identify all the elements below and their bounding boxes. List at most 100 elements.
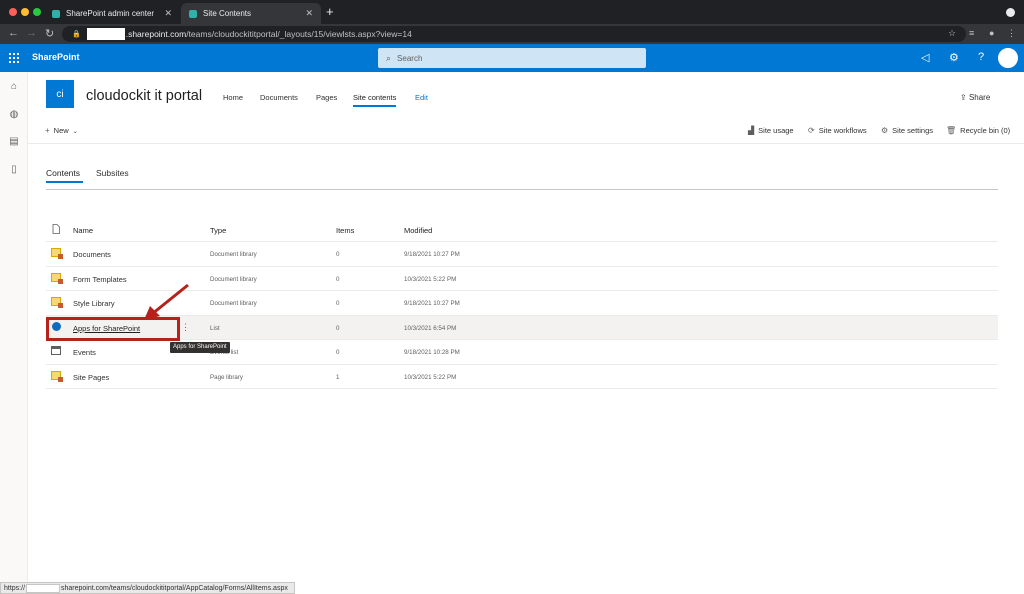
- column-header-type[interactable]: Type: [210, 226, 226, 235]
- avatar[interactable]: [998, 48, 1018, 68]
- site-usage-label: Site usage: [758, 126, 794, 135]
- row-name[interactable]: Style Library: [73, 299, 115, 308]
- site-settings-button[interactable]: ⚙ Site settings: [881, 126, 933, 135]
- site-settings-label: Site settings: [892, 126, 934, 135]
- share-button[interactable]: ⇪ Share: [960, 93, 990, 102]
- row-modified: 9/18/2021 10:28 PM: [404, 349, 460, 356]
- library-icon: [51, 248, 63, 259]
- row-items: 1: [336, 373, 340, 381]
- row-name[interactable]: Events: [73, 348, 96, 357]
- row-name[interactable]: Documents: [73, 250, 111, 259]
- column-header-modified[interactable]: Modified: [404, 226, 432, 235]
- workflow-icon: ⟳: [808, 126, 815, 135]
- minimize-window-dot[interactable]: [21, 8, 29, 16]
- megaphone-icon[interactable]: ◁: [921, 51, 929, 64]
- tab-subsites[interactable]: Subsites: [96, 168, 129, 178]
- divider: [46, 189, 998, 190]
- tab-title: SharePoint admin center: [66, 9, 155, 18]
- help-icon[interactable]: ?: [978, 51, 984, 63]
- bookmark-star-icon[interactable]: ☆: [948, 28, 956, 39]
- annotation-arrow-icon: [144, 283, 189, 320]
- sharepoint-favicon-icon: [189, 9, 197, 18]
- news-icon[interactable]: ▤: [8, 136, 20, 147]
- site-nav-pages[interactable]: Pages: [316, 93, 337, 102]
- row-modified: 10/3/2021 6:54 PM: [404, 324, 457, 332]
- tab-title: Site Contents: [203, 9, 252, 18]
- site-logo[interactable]: ci: [46, 80, 74, 108]
- site-usage-button[interactable]: ▟ Site usage: [748, 126, 794, 135]
- address-bar[interactable]: 🔒 .sharepoint.com /teams/cloudockititpor…: [62, 26, 966, 42]
- maximize-window-dot[interactable]: [33, 8, 41, 16]
- tab-search-icon[interactable]: [1006, 8, 1015, 17]
- row-type: Document library: [210, 300, 257, 307]
- home-icon[interactable]: ⌂: [8, 81, 20, 92]
- recycle-bin-button[interactable]: 🗑 Recycle bin (0): [946, 126, 1010, 135]
- left-app-rail: ⌂ ◍ ▤ ▯: [0, 72, 28, 582]
- site-title[interactable]: cloudockit it portal: [86, 88, 202, 104]
- file-type-icon[interactable]: [51, 224, 61, 234]
- close-tab-icon[interactable]: ✕: [305, 9, 313, 18]
- back-arrow-icon[interactable]: ←: [8, 27, 19, 39]
- tab-contents[interactable]: Contents: [46, 168, 80, 178]
- search-box[interactable]: ⌕ Search: [378, 48, 646, 68]
- share-label: Share: [968, 93, 991, 102]
- file-icon[interactable]: ▯: [8, 164, 20, 175]
- sharepoint-brand[interactable]: SharePoint: [32, 52, 80, 62]
- settings-gear-icon[interactable]: ⚙: [949, 51, 959, 64]
- url-path: /teams/cloudockititportal/_layouts/15/vi…: [186, 29, 412, 39]
- site-workflows-button[interactable]: ⟳ Site workflows: [808, 126, 867, 135]
- row-modified: 9/18/2021 10:27 PM: [404, 251, 460, 258]
- new-label: New: [53, 126, 69, 135]
- plus-icon: +: [45, 126, 50, 135]
- browser-toolbar: ← → ↻ 🔒 .sharepoint.com /teams/cloudocki…: [0, 24, 1024, 44]
- redacted-host: [86, 28, 125, 40]
- column-header-items[interactable]: Items: [336, 226, 354, 235]
- row-modified: 10/3/2021 5:22 PM: [404, 373, 457, 381]
- reading-list-icon[interactable]: ≡: [969, 28, 974, 38]
- browser-tab-strip: SharePoint admin center ✕ Site Contents …: [0, 0, 1024, 24]
- suite-bar: SharePoint ⌕ Search ◁ ⚙ ?: [0, 44, 1024, 72]
- forward-arrow-icon[interactable]: →: [26, 27, 37, 39]
- row-items: 0: [336, 300, 340, 307]
- browser-tab-site-contents[interactable]: Site Contents ✕: [181, 3, 321, 24]
- search-placeholder: Search: [397, 53, 423, 63]
- site-nav-edit[interactable]: Edit: [415, 93, 428, 102]
- lock-icon: 🔒: [72, 31, 81, 38]
- row-name[interactable]: Form Templates: [73, 275, 127, 284]
- library-icon: [51, 272, 63, 284]
- app-launcher-icon[interactable]: [9, 53, 19, 63]
- row-modified: 9/18/2021 10:27 PM: [404, 300, 460, 307]
- table-header-row: Name Type Items Modified: [46, 218, 998, 242]
- globe-icon[interactable]: ◍: [8, 109, 20, 120]
- site-nav-site-contents[interactable]: Site contents: [353, 93, 397, 107]
- search-icon: ⌕: [386, 52, 392, 63]
- calendar-icon: [51, 346, 61, 355]
- site-nav-home[interactable]: Home: [223, 93, 243, 102]
- close-window-dot[interactable]: [9, 8, 17, 16]
- close-tab-icon[interactable]: ✕: [164, 9, 172, 18]
- row-items: 0: [336, 275, 340, 283]
- new-button[interactable]: + New ⌄: [45, 126, 78, 135]
- browser-tab-admin-center[interactable]: SharePoint admin center ✕: [44, 3, 180, 24]
- row-items: 0: [336, 251, 340, 258]
- table-row[interactable]: Site Pages Page library 1 10/3/2021 5:22…: [46, 365, 998, 389]
- column-header-name[interactable]: Name: [73, 226, 93, 235]
- row-name[interactable]: Site Pages: [73, 373, 109, 382]
- chevron-down-icon: ⌄: [72, 129, 78, 135]
- reload-icon[interactable]: ↻: [45, 27, 54, 40]
- site-nav-documents[interactable]: Documents: [260, 93, 298, 102]
- library-icon: [51, 370, 63, 382]
- share-icon: ⇪: [960, 93, 969, 102]
- command-bar: + New ⌄ ▟ Site usage ⟳ Site workflows ⚙ Site …: [28, 118, 1024, 144]
- more-options-icon[interactable]: ⋮: [181, 322, 190, 333]
- row-items: 0: [336, 324, 340, 332]
- new-tab-button[interactable]: +: [326, 5, 334, 18]
- site-workflows-label: Site workflows: [818, 126, 867, 135]
- trash-icon: 🗑: [946, 126, 957, 135]
- row-type: Page library: [210, 373, 244, 381]
- table-row[interactable]: Documents Document library 0 9/18/2021 1…: [46, 242, 998, 267]
- profile-icon[interactable]: ●: [989, 28, 994, 38]
- browser-menu-icon[interactable]: ⋮: [1007, 28, 1016, 39]
- gear-icon: ⚙: [881, 126, 889, 135]
- row-type: Document library: [210, 251, 257, 258]
